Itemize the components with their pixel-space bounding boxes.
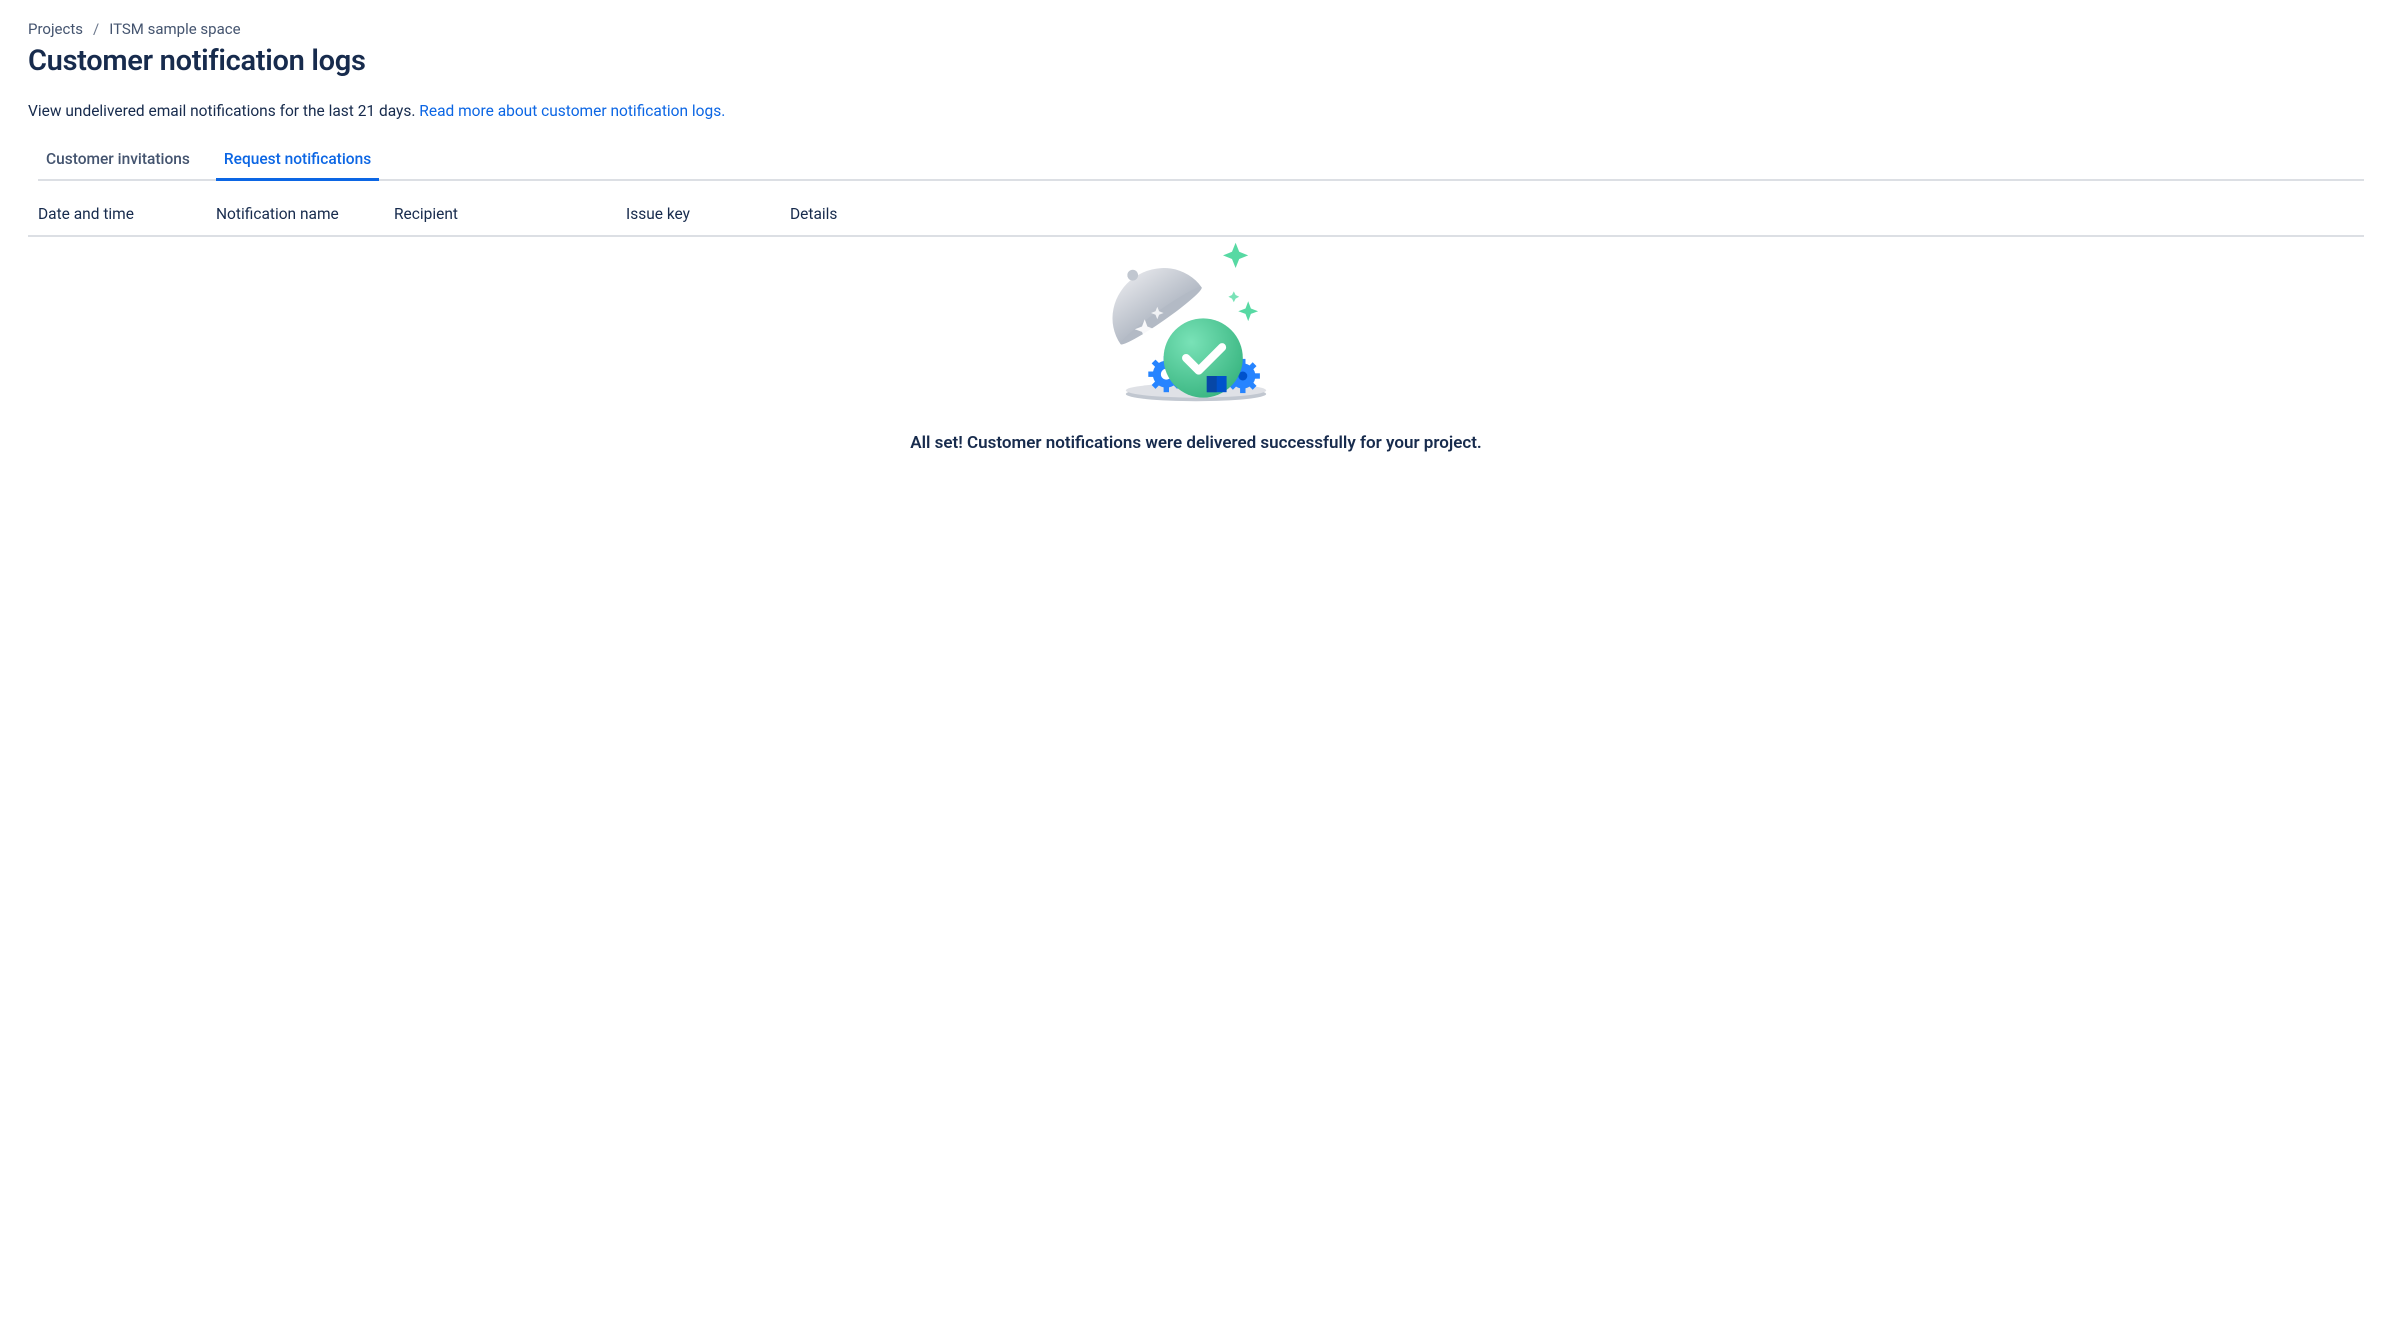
empty-state-illustration	[1106, 241, 1286, 421]
breadcrumb: Projects / ITSM sample space	[28, 20, 2364, 38]
empty-state: All set! Customer notifications were del…	[28, 237, 2364, 453]
empty-state-message: All set! Customer notifications were del…	[910, 433, 1482, 453]
column-issue: Issue key	[626, 205, 790, 223]
breadcrumb-separator: /	[93, 20, 99, 38]
table-header: Date and time Notification name Recipien…	[28, 195, 2364, 237]
description-text: View undelivered email notifications for…	[28, 102, 419, 120]
tab-request-notifications[interactable]: Request notifications	[216, 142, 379, 181]
breadcrumb-project[interactable]: ITSM sample space	[109, 20, 240, 38]
page-title: Customer notification logs	[28, 44, 2364, 78]
breadcrumb-projects[interactable]: Projects	[28, 20, 83, 38]
column-details: Details	[790, 205, 2364, 223]
column-date: Date and time	[38, 205, 216, 223]
tabs: Customer invitations Request notificatio…	[38, 142, 2364, 181]
tab-customer-invitations[interactable]: Customer invitations	[38, 142, 198, 181]
success-illustration-icon	[1106, 241, 1286, 421]
page-description: View undelivered email notifications for…	[28, 102, 2364, 120]
description-link[interactable]: Read more about customer notification lo…	[419, 102, 725, 120]
column-name: Notification name	[216, 205, 394, 223]
column-recipient: Recipient	[394, 205, 626, 223]
